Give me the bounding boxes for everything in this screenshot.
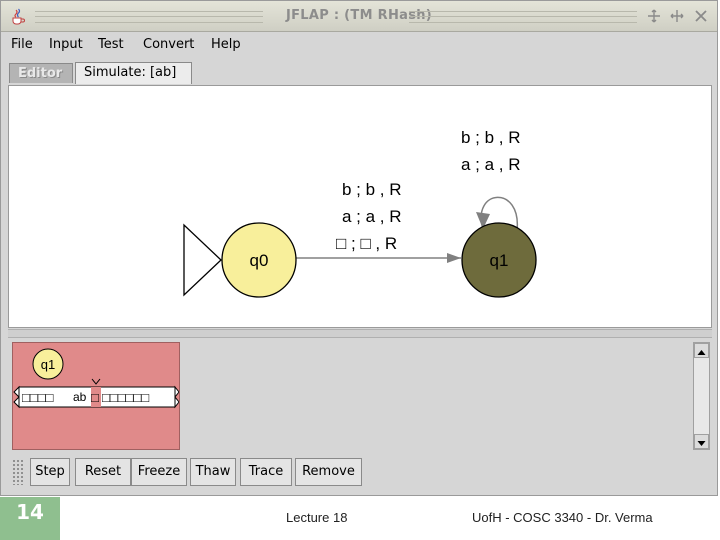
transition-label[interactable]: a ; a , R (342, 207, 402, 226)
tab-editor[interactable]: Editor (9, 63, 73, 83)
transition-label[interactable]: b ; b , R (342, 180, 402, 199)
arrow-down-icon (697, 441, 706, 446)
arrow-up-icon (697, 350, 706, 355)
menu-file[interactable]: File (11, 37, 33, 52)
tab-simulate[interactable]: Simulate: [ab] (75, 62, 192, 84)
tape-blanks-left: □□□□ (22, 390, 54, 405)
close-icon[interactable] (693, 8, 709, 24)
reset-button[interactable]: Reset (75, 458, 131, 486)
config-state-label: q1 (41, 357, 55, 372)
transition-arrowhead-q0-q1 (447, 253, 461, 263)
transition-label[interactable]: □ ; □ , R (336, 234, 397, 253)
configuration-view: q1 □□□□ ab □ □□□□□□ (13, 348, 180, 409)
automaton-canvas[interactable]: q0 q1 b ; b , R a ; a , R □ ; □ , R b ; … (8, 85, 712, 328)
footer-lecture: Lecture 18 (286, 510, 348, 525)
thaw-button[interactable]: Thaw (190, 458, 236, 486)
panel-splitter[interactable] (8, 329, 712, 338)
tape-head-icon (91, 378, 101, 385)
menu-convert[interactable]: Convert (143, 37, 194, 52)
menu-input[interactable]: Input (49, 37, 83, 52)
title-bar: JFLAP : (TM RHash) (1, 1, 717, 32)
configuration-box[interactable]: q1 □□□□ ab □ □□□□□□ (12, 342, 180, 450)
loop-label[interactable]: a ; a , R (461, 155, 521, 174)
scroll-down-button[interactable] (694, 434, 709, 449)
tab-strip: Editor Simulate: [ab] (1, 59, 717, 85)
vertical-scrollbar[interactable] (693, 342, 710, 450)
menu-bar: File Input Test Convert Help (1, 32, 717, 58)
footer-author: UofH - COSC 3340 - Dr. Verma (472, 510, 653, 525)
menu-help[interactable]: Help (211, 37, 241, 52)
trace-button[interactable]: Trace (240, 458, 292, 486)
scroll-up-button[interactable] (694, 343, 709, 358)
toolbar-grip[interactable] (12, 459, 24, 485)
slide-number: 14 (0, 497, 60, 540)
menu-test[interactable]: Test (98, 37, 124, 52)
state-q0-label: q0 (250, 251, 269, 270)
tape-input: ab (73, 390, 87, 404)
loop-label[interactable]: b ; b , R (461, 128, 521, 147)
maximize-icon[interactable] (669, 8, 685, 24)
jflap-window: JFLAP : (TM RHash) File Input Test Conve… (0, 0, 718, 496)
simulation-toolbar: Step Reset Freeze Thaw Trace Remove (8, 455, 712, 489)
tape-right-edge (174, 385, 180, 409)
state-diagram: q0 q1 b ; b , R a ; a , R □ ; □ , R b ; … (183, 128, 537, 298)
initial-state-arrow (183, 223, 222, 297)
remove-button[interactable]: Remove (295, 458, 362, 486)
step-button[interactable]: Step (30, 458, 70, 486)
configuration-panel: q1 □□□□ ab □ □□□□□□ (8, 339, 712, 453)
minimize-icon[interactable] (646, 8, 662, 24)
tape-head-symbol: □ (91, 390, 99, 405)
freeze-button[interactable]: Freeze (131, 458, 187, 486)
tape-blanks-right: □□□□□□ (102, 390, 149, 405)
title-decoration-right (409, 11, 637, 23)
tape-left-edge (13, 385, 20, 409)
state-q1-label: q1 (490, 251, 509, 270)
